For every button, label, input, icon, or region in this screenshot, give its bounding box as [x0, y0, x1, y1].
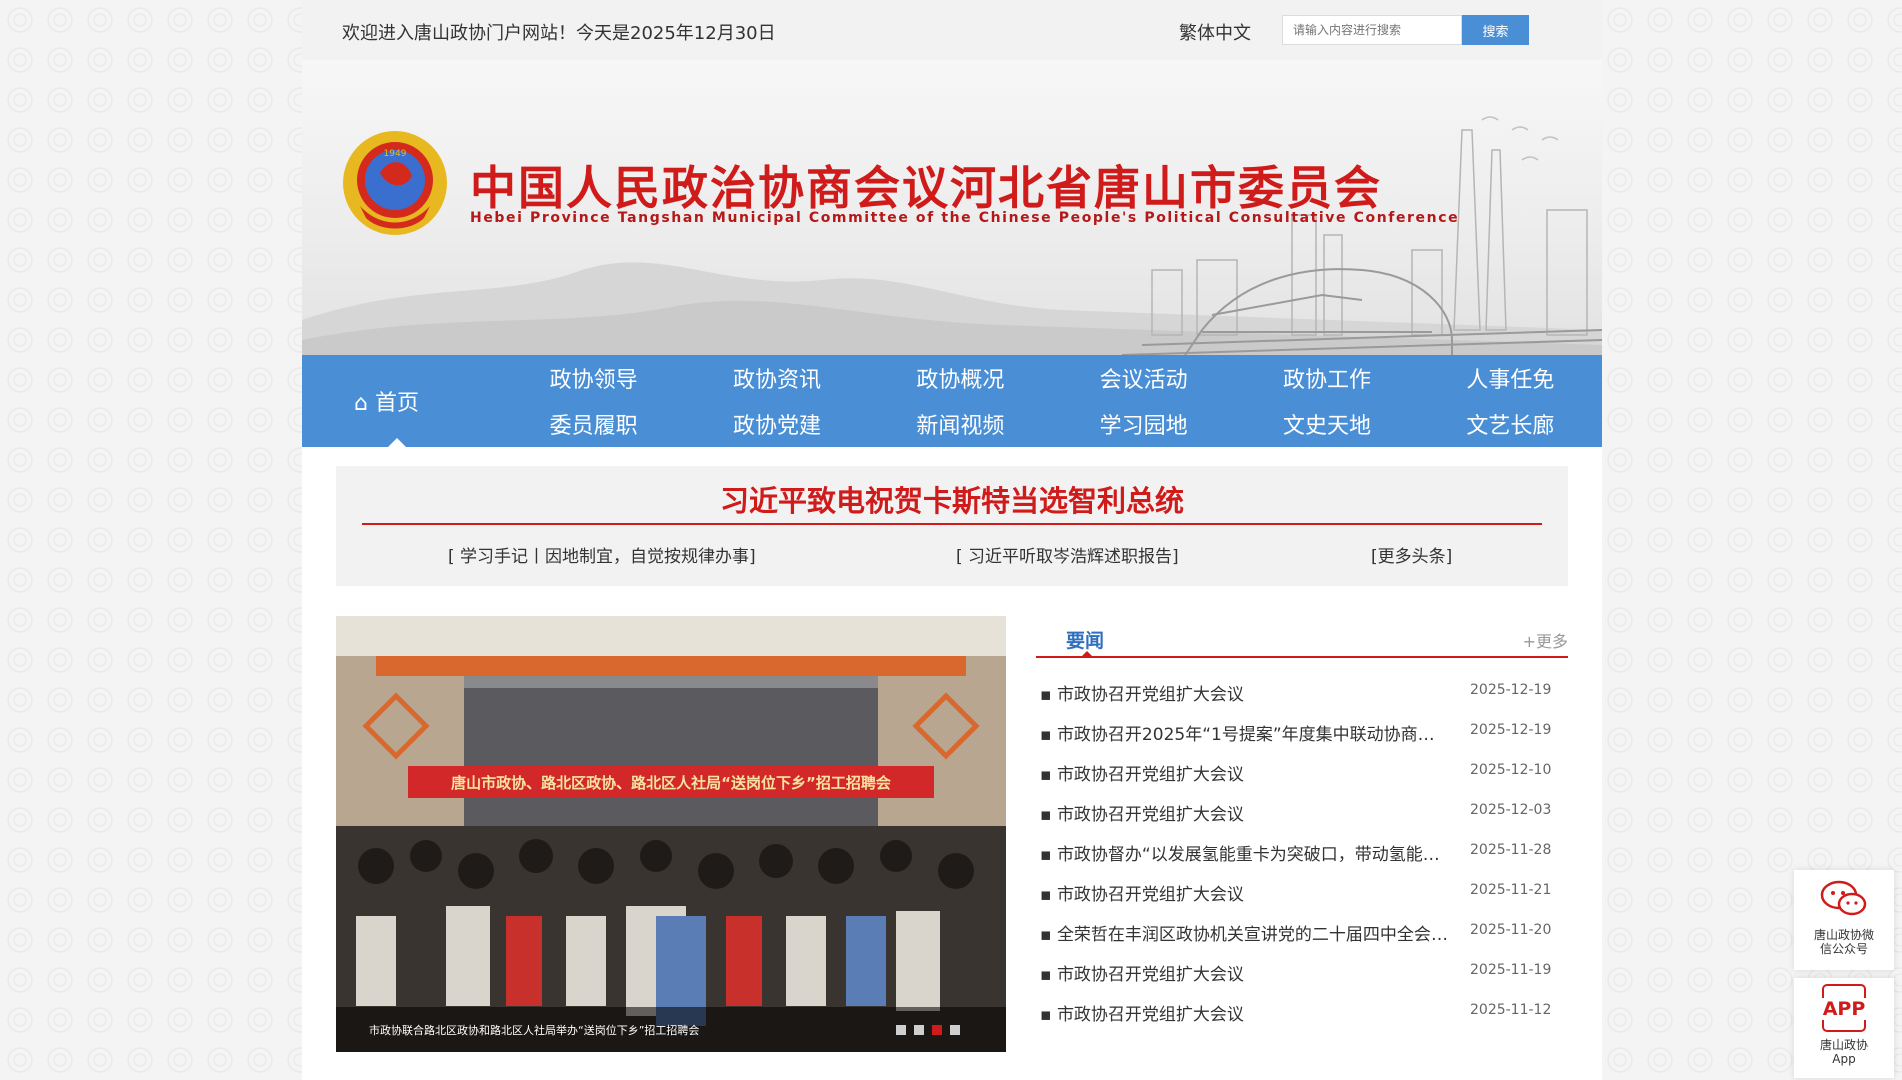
news-date: 2025-11-20 [1470, 922, 1552, 938]
news-title[interactable]: ▪ 市政协召开党组扩大会议 [1040, 880, 1450, 905]
headline-links: [ 学习手记丨因地制宜，自觉按规律办事] [ 习近平听取岑浩辉述职报告] [更多… [336, 542, 1568, 567]
headline-link[interactable]: [ 习近平听取岑浩辉述职报告] [956, 542, 1179, 567]
news-title[interactable]: ▪ 市政协召开党组扩大会议 [1040, 960, 1450, 985]
carousel-dot[interactable] [950, 1025, 960, 1035]
app-label-line1: 唐山政协 [1819, 1038, 1868, 1052]
news-title[interactable]: ▪ 全荣哲在丰润区政协机关宣讲党的二十届四中全会精神 [1040, 920, 1450, 945]
active-indicator [388, 438, 406, 447]
nav-item[interactable]: 文艺长廊 [1419, 401, 1602, 447]
news-date: 2025-12-19 [1470, 722, 1552, 738]
search-button[interactable]: 搜索 [1462, 15, 1529, 45]
nav-item[interactable]: 文史天地 [1235, 401, 1418, 447]
nav-item[interactable]: 委员履职 [502, 401, 685, 447]
news-date: 2025-11-19 [1470, 962, 1552, 978]
more-news-link[interactable]: +更多 [1523, 628, 1568, 652]
headline-divider [362, 523, 1542, 525]
carousel-photo [336, 616, 1006, 1052]
nav-home-label: 首页 [374, 391, 419, 416]
news-date: 2025-11-28 [1470, 842, 1552, 858]
news-item[interactable]: ▪ 全荣哲在丰润区政协机关宣讲党的二十届四中全会精神 2025-11-20 [1036, 912, 1568, 952]
photo-banner-text: 唐山市政协、路北区政协、路北区人社局“送岗位下乡”招工招聘会 [451, 773, 891, 792]
news-item[interactable]: ▪ 市政协召开党组扩大会议 2025-12-10 [1036, 752, 1568, 792]
search-box: 搜索 [1282, 15, 1532, 45]
news-item[interactable]: ▪ 市政协召开党组扩大会议 2025-11-12 [1036, 992, 1568, 1032]
header-banner: 1949 中国人民政治协商会议河北省唐山市委员会 Hebei Province … [302, 60, 1602, 355]
nav-item[interactable]: 政协领导 [502, 355, 685, 401]
nav-item[interactable]: 会议活动 [1052, 355, 1235, 401]
tab-important-news[interactable]: 要闻 [1066, 626, 1104, 653]
nav-item[interactable]: 政协党建 [685, 401, 868, 447]
top-bar: 欢迎进入唐山政协门户网站！今天是2025年12月30日 繁体中文 搜索 [302, 0, 1602, 60]
app-icon: APP [1818, 984, 1870, 1032]
news-list: ▪ 市政协召开党组扩大会议 2025-12-19 ▪ 市政协召开2025年“1号提… [1036, 672, 1568, 1032]
home-icon: ⌂ [354, 391, 368, 416]
nav-item[interactable]: 政协概况 [869, 355, 1052, 401]
traditional-chinese-link[interactable]: 繁体中文 [1179, 19, 1251, 45]
nav-home[interactable]: ⌂ 首页 [354, 385, 419, 417]
app-download-button[interactable]: APP 唐山政协 App [1794, 978, 1894, 1078]
wechat-label-line2: 信公众号 [1819, 942, 1868, 956]
news-date: 2025-11-12 [1470, 1002, 1552, 1018]
site-subtitle: Hebei Province Tangshan Municipal Commit… [470, 210, 1460, 226]
nav-item[interactable]: 人事任免 [1419, 355, 1602, 401]
news-title[interactable]: ▪ 市政协召开党组扩大会议 [1040, 760, 1450, 785]
app-icon-text: APP [1818, 998, 1870, 1020]
carousel-dot-active[interactable] [932, 1025, 942, 1035]
carousel-dot[interactable] [914, 1025, 924, 1035]
news-date: 2025-11-21 [1470, 882, 1552, 898]
photo-caption[interactable]: 市政协联合路北区政协和路北区人社局举办“送岗位下乡”招工招聘会 [369, 1022, 699, 1038]
headline-title[interactable]: 习近平致电祝贺卡斯特当选智利总统 [336, 478, 1568, 520]
carousel-dot[interactable] [896, 1025, 906, 1035]
news-date: 2025-12-19 [1470, 682, 1552, 698]
search-input[interactable] [1282, 15, 1462, 45]
nav-item[interactable]: 政协资讯 [685, 355, 868, 401]
news-item[interactable]: ▪ 市政协召开党组扩大会议 2025-12-03 [1036, 792, 1568, 832]
news-item[interactable]: ▪ 市政协召开党组扩大会议 2025-11-21 [1036, 872, 1568, 912]
nav-item[interactable]: 新闻视频 [869, 401, 1052, 447]
site-title: 中国人民政治协商会议河北省唐山市委员会 [470, 161, 1382, 215]
cppcc-emblem-icon: 1949 [343, 131, 447, 235]
main-navigation: ⌂ 首页 政协领导 政协资讯 政协概况 会议活动 政协工作 人事任免 委员履职 … [302, 355, 1602, 447]
nav-item[interactable]: 学习园地 [1052, 401, 1235, 447]
news-item[interactable]: ▪ 市政协召开2025年“1号提案”年度集中联动协商会议 2025-12-19 [1036, 712, 1568, 752]
nav-menu-grid: 政协领导 政协资讯 政协概况 会议活动 政协工作 人事任免 委员履职 政协党建 … [502, 355, 1602, 447]
news-panel: 要闻 +更多 ▪ 市政协召开党组扩大会议 2025-12-19 ▪ 市政协召开20… [1036, 616, 1568, 1052]
photo-carousel[interactable]: 唐山市政协、路北区政协、路北区人社局“送岗位下乡”招工招聘会 市政协联合路北区政… [336, 616, 1006, 1052]
headline-box: 习近平致电祝贺卡斯特当选智利总统 [ 学习手记丨因地制宜，自觉按规律办事] [ … [336, 466, 1568, 586]
news-item[interactable]: ▪ 市政协召开党组扩大会议 2025-11-19 [1036, 952, 1568, 992]
news-title[interactable]: ▪ 市政协召开党组扩大会议 [1040, 680, 1450, 705]
more-headlines-link[interactable]: [更多头条] [1371, 542, 1452, 567]
nav-item[interactable]: 政协工作 [1235, 355, 1418, 401]
page-container: 欢迎进入唐山政协门户网站！今天是2025年12月30日 繁体中文 搜索 [302, 0, 1602, 1080]
carousel-dots [896, 1025, 960, 1035]
news-item[interactable]: ▪ 市政协召开党组扩大会议 2025-12-19 [1036, 672, 1568, 712]
headline-link[interactable]: [ 学习手记丨因地制宜，自觉按规律办事] [448, 542, 756, 567]
wechat-official-account-button[interactable]: 唐山政协微 信公众号 [1794, 870, 1894, 970]
caption-bar: 市政协联合路北区政协和路北区人社局举办“送岗位下乡”招工招聘会 [336, 1007, 1006, 1052]
wechat-icon [1820, 880, 1867, 916]
news-date: 2025-12-03 [1470, 802, 1552, 818]
emblem-year: 1949 [384, 149, 407, 159]
news-date: 2025-12-10 [1470, 762, 1552, 778]
news-title[interactable]: ▪ 市政协召开党组扩大会议 [1040, 1000, 1450, 1025]
news-title[interactable]: ▪ 市政协督办“以发展氢能重卡为突破口，带动氢能产业发展”提案 [1040, 840, 1450, 865]
news-title[interactable]: ▪ 市政协召开党组扩大会议 [1040, 800, 1450, 825]
news-title[interactable]: ▪ 市政协召开2025年“1号提案”年度集中联动协商会议 [1040, 720, 1450, 745]
city-skyline-train-illustration [1121, 116, 1602, 355]
news-header: 要闻 +更多 [1036, 616, 1568, 658]
news-item[interactable]: ▪ 市政协督办“以发展氢能重卡为突破口，带动氢能产业发展”提案 2025-11-2… [1036, 832, 1568, 872]
tab-indicator [1081, 651, 1093, 657]
wechat-label-line1: 唐山政协微 [1813, 928, 1874, 942]
welcome-text: 欢迎进入唐山政协门户网站！今天是2025年12月30日 [342, 23, 776, 44]
app-label-line2: App [1832, 1052, 1856, 1066]
